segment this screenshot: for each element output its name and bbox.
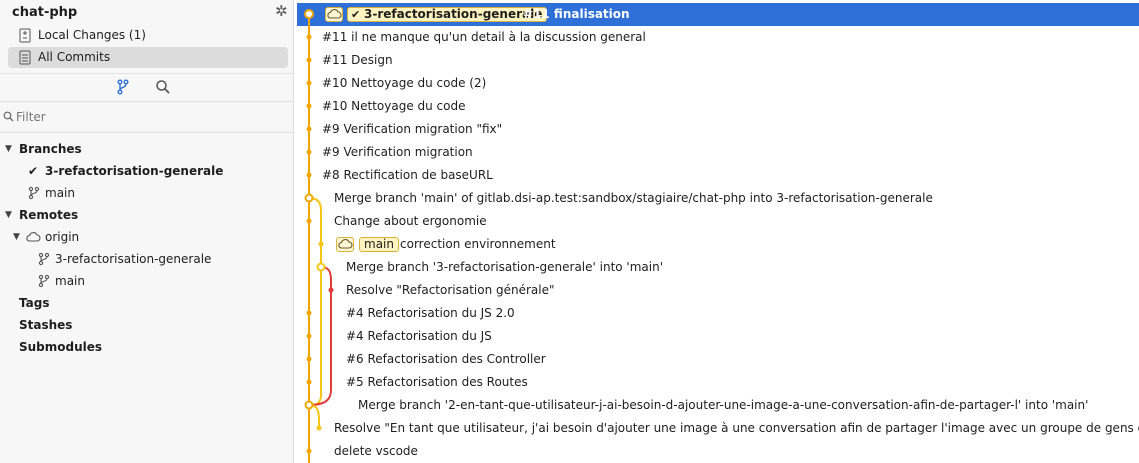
branch-ref-badge[interactable]: ✔ 3-refactorisation-generale xyxy=(347,7,548,22)
commit-row[interactable]: Merge branch '2-en-tant-que-utilisateur-… xyxy=(297,394,1139,417)
submodules-header: Submodules xyxy=(19,340,103,354)
branch-ref-label: main xyxy=(364,237,394,251)
tree-section-branches[interactable]: ▼ Branches xyxy=(0,138,293,160)
commit-row[interactable]: #8 Rectification de baseURL xyxy=(297,164,1139,187)
remote-branch-label: main xyxy=(55,274,85,288)
branch-label: 3-refactorisation-generale xyxy=(45,164,224,178)
commit-row[interactable]: ✔ 3-refactorisation-generale #11 finalis… xyxy=(297,3,1139,26)
commit-row[interactable]: Resolve "Refactorisation générale" xyxy=(297,279,1139,302)
check-icon: ✔ xyxy=(28,164,39,178)
remote-label: origin xyxy=(45,230,80,244)
tree-item-remote[interactable]: ▼ origin xyxy=(0,226,293,248)
filter-input[interactable] xyxy=(16,108,286,126)
commit-message: #11 il ne manque qu'un detail à la discu… xyxy=(322,30,646,44)
commit-message: #6 Refactorisation des Controller xyxy=(346,352,546,366)
remotes-header: Remotes xyxy=(19,208,79,222)
commit-message: #11 finalisation xyxy=(523,7,630,21)
commit-row[interactable]: #5 Refactorisation des Routes xyxy=(297,371,1139,394)
tree-section-submodules[interactable]: Submodules xyxy=(0,336,293,358)
remote-ref-badge xyxy=(325,7,343,22)
sidebar: chat-php ✲ Local Changes (1) All Commits xyxy=(0,0,294,463)
commit-message: Merge branch 'main' of gitlab.dsi-ap.tes… xyxy=(334,191,933,205)
tags-header: Tags xyxy=(19,296,50,310)
repo-title: chat-php xyxy=(12,5,78,20)
commit-message: Resolve "En tant que utilisateur, j'ai b… xyxy=(334,421,1139,435)
search-icon[interactable] xyxy=(154,78,172,96)
search-icon xyxy=(3,111,14,122)
commit-message: Change about ergonomie xyxy=(334,214,487,228)
commit-row[interactable]: main correction environnement xyxy=(297,233,1139,256)
tree-section-tags[interactable]: Tags xyxy=(0,292,293,314)
commit-message: Merge branch '2-en-tant-que-utilisateur-… xyxy=(358,398,1089,412)
commit-row[interactable]: #9 Verification migration xyxy=(297,141,1139,164)
commit-message: correction environnement xyxy=(400,237,556,251)
commit-message: #8 Rectification de baseURL xyxy=(322,168,493,182)
branch-label: main xyxy=(45,186,75,200)
branch-icon xyxy=(38,274,50,288)
commit-message: #4 Refactorisation du JS 2.0 xyxy=(346,306,515,320)
commit-row[interactable]: Change about ergonomie xyxy=(297,210,1139,233)
tree-section-remotes[interactable]: ▼ Remotes xyxy=(0,204,293,226)
commit-message: Merge branch '3-refactorisation-generale… xyxy=(346,260,664,274)
branch-icon[interactable] xyxy=(114,78,132,96)
tree-item-branch[interactable]: ✔ 3-refactorisation-generale xyxy=(0,160,293,182)
expand-down-icon[interactable]: ▼ xyxy=(5,204,12,226)
divider xyxy=(0,101,293,102)
commit-row[interactable]: #11 Design xyxy=(297,49,1139,72)
stashes-header: Stashes xyxy=(19,318,73,332)
branch-icon xyxy=(38,252,50,266)
expand-down-icon[interactable]: ▼ xyxy=(13,226,20,248)
commit-message: #9 Verification migration xyxy=(322,145,473,159)
commit-row[interactable]: delete vscode xyxy=(297,440,1139,463)
branch-icon xyxy=(28,186,40,200)
all-commits-label: All Commits xyxy=(38,50,111,64)
commit-row[interactable]: #4 Refactorisation du JS xyxy=(297,325,1139,348)
commit-message: #10 Nettoyage du code (2) xyxy=(322,76,487,90)
remote-branch-label: 3-refactorisation-generale xyxy=(55,252,212,266)
cloud-icon xyxy=(327,9,342,19)
gear-icon[interactable]: ✲ xyxy=(275,2,288,20)
branch-ref-label: 3-refactorisation-generale xyxy=(364,7,543,21)
cloud-icon xyxy=(26,232,41,242)
commit-message: #10 Nettoyage du code xyxy=(322,99,466,113)
commit-row[interactable]: #4 Refactorisation du JS 2.0 xyxy=(297,302,1139,325)
remote-ref-badge xyxy=(336,237,354,252)
commit-row[interactable]: Resolve "En tant que utilisateur, j'ai b… xyxy=(297,417,1139,440)
tree-item-branch[interactable]: main xyxy=(0,182,293,204)
tree-item-remote-branch[interactable]: main xyxy=(0,270,293,292)
tree-section-stashes[interactable]: Stashes xyxy=(0,314,293,336)
expand-down-icon[interactable]: ▼ xyxy=(5,138,12,160)
tree-item-remote-branch[interactable]: 3-refactorisation-generale xyxy=(0,248,293,270)
commits-list-icon xyxy=(19,50,31,65)
commit-row[interactable]: #11 il ne manque qu'un detail à la discu… xyxy=(297,26,1139,49)
branches-header: Branches xyxy=(19,142,82,156)
divider xyxy=(0,132,293,133)
commit-message: #5 Refactorisation des Routes xyxy=(346,375,528,389)
filter-box xyxy=(0,107,293,129)
commit-row[interactable]: #10 Nettoyage du code (2) xyxy=(297,72,1139,95)
commit-message: #11 Design xyxy=(322,53,393,67)
commit-row[interactable]: Merge branch '3-refactorisation-generale… xyxy=(297,256,1139,279)
commit-message: #4 Refactorisation du JS xyxy=(346,329,492,343)
check-icon: ✔ xyxy=(351,8,361,21)
local-changes-item[interactable]: Local Changes (1) xyxy=(8,25,288,46)
commit-row[interactable]: #6 Refactorisation des Controller xyxy=(297,348,1139,371)
commit-row[interactable]: #9 Verification migration "fix" xyxy=(297,118,1139,141)
branch-ref-badge[interactable]: main xyxy=(359,237,399,252)
file-changes-icon xyxy=(19,28,31,43)
commit-row[interactable]: #10 Nettoyage du code xyxy=(297,95,1139,118)
commit-message: Resolve "Refactorisation générale" xyxy=(346,283,555,297)
sidebar-toolbar xyxy=(0,76,293,98)
local-changes-label: Local Changes (1) xyxy=(38,28,146,42)
all-commits-item[interactable]: All Commits xyxy=(8,47,288,68)
cloud-icon xyxy=(338,239,353,249)
commit-message: delete vscode xyxy=(334,444,418,458)
commit-row[interactable]: Merge branch 'main' of gitlab.dsi-ap.tes… xyxy=(297,187,1139,210)
divider xyxy=(0,73,293,74)
commit-list: ✔ 3-refactorisation-generale #11 finalis… xyxy=(297,0,1139,463)
commit-message: #9 Verification migration "fix" xyxy=(322,122,503,136)
